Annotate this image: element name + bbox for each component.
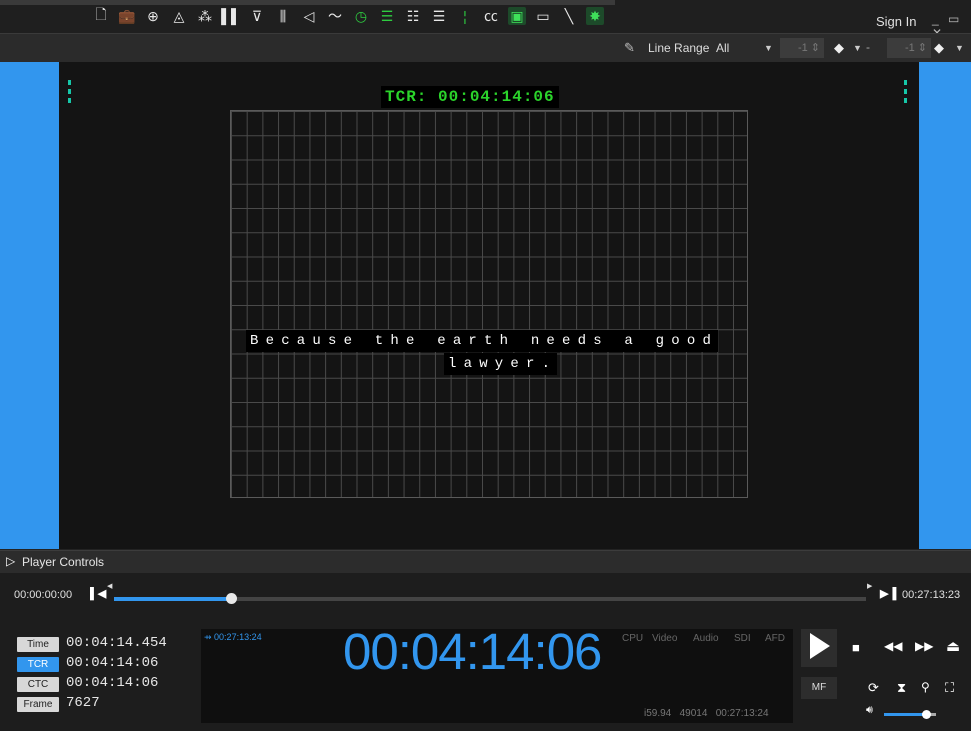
sign-in-link[interactable]: Sign In	[876, 14, 916, 29]
line-range-select[interactable]: All	[716, 41, 729, 55]
loop-icon[interactable]: ⟳	[868, 680, 879, 696]
settings-green-icon[interactable]: ✸	[586, 7, 604, 25]
caption-safe-grid	[230, 110, 748, 498]
info-icon[interactable]: ¦	[456, 7, 474, 25]
mf-button[interactable]: MF	[801, 677, 837, 699]
new-file-icon[interactable]: 🗋	[92, 6, 110, 25]
title-strip	[0, 0, 615, 5]
vector-icon[interactable]: ⊽	[248, 7, 266, 25]
line-start-value: -1	[797, 42, 808, 54]
timecode-frame-value: 7627	[66, 695, 100, 711]
caption-line-2: lawyer.	[444, 353, 558, 375]
line-range-label: Line Range	[648, 41, 710, 55]
right-pillarbox	[919, 62, 971, 549]
audio-out-icon[interactable]: ◁	[300, 7, 318, 25]
duration-value: 00:27:13:24	[214, 632, 262, 642]
play-icon[interactable]	[810, 633, 830, 659]
timecode-mode-frame-button[interactable]: Frame	[17, 697, 59, 712]
stop-icon[interactable]: ■	[852, 640, 860, 655]
format-icon[interactable]: ☰	[430, 7, 448, 25]
volume-track[interactable]	[884, 713, 926, 716]
comment-icon[interactable]: ▭	[534, 7, 552, 25]
timecode-tcr-value: 00:04:14:06	[66, 655, 159, 671]
subtitle-list-icon[interactable]: ☷	[404, 7, 422, 25]
volume-icon[interactable]: 🔊︎	[866, 704, 873, 717]
timecode-mode-time-button[interactable]: Time	[17, 637, 59, 652]
eject-icon[interactable]: ⏏	[946, 637, 960, 655]
skip-to-end-icon[interactable]: ▶▐	[880, 587, 896, 600]
status-video: Video	[652, 633, 678, 644]
main-timecode: 00:04:14:06	[343, 623, 602, 680]
tag-icon[interactable]: ◆	[834, 40, 844, 56]
status-sdi: SDI	[734, 633, 751, 644]
line-end-value: -1	[904, 42, 915, 54]
timecode-mode-tcr-button[interactable]: TCR	[17, 657, 59, 672]
chevron-down-icon[interactable]: ▼	[955, 43, 964, 53]
left-pillarbox	[0, 62, 59, 549]
chevron-down-icon[interactable]: ▼	[764, 43, 773, 53]
pen-tool-icon[interactable]: ╲	[560, 7, 578, 25]
player-controls-label: Player Controls	[22, 555, 105, 569]
list-icon[interactable]: ☰	[378, 7, 396, 25]
mixer-icon[interactable]: ⫼	[274, 7, 292, 25]
rewind-icon[interactable]: ◀◀	[884, 639, 902, 653]
line-start-stepper[interactable]: -1 ⇕	[780, 38, 824, 58]
line-end-stepper[interactable]: -1 ⇕	[887, 38, 931, 58]
duration-readout: ⇸ 00:27:13:24	[204, 632, 262, 642]
fast-forward-icon[interactable]: ▶▶	[915, 639, 933, 653]
timecode-mode-ctc-button[interactable]: CTC	[17, 677, 59, 692]
cc-icon[interactable]: ㏄	[482, 7, 500, 25]
volume-handle[interactable]	[921, 710, 931, 719]
waveform-splat-icon[interactable]: ⁂	[196, 7, 214, 25]
right-marker-icon	[904, 80, 907, 110]
zoom-icon[interactable]: ⚲	[921, 680, 930, 694]
navigate-icon[interactable]: ◬	[170, 7, 188, 25]
start-time: 00:00:00:00	[14, 589, 73, 601]
terminal-icon[interactable]: ▣	[508, 7, 526, 25]
tag-icon[interactable]: ◆	[934, 40, 944, 56]
status-cpu: CPU	[622, 633, 644, 644]
tcr-overlay: TCR: 00:04:14:06	[381, 86, 559, 108]
pulse-icon[interactable]: 〜	[326, 7, 344, 25]
briefcase-icon[interactable]: 💼	[118, 7, 136, 25]
fullscreen-icon[interactable]: ⛶	[945, 680, 954, 696]
range-dash: -	[866, 40, 870, 54]
player-controls-header[interactable]	[0, 550, 971, 573]
secondary-toolbar	[0, 33, 971, 63]
seek-progress	[114, 597, 232, 601]
bars-icon[interactable]: ▌▌	[221, 7, 241, 25]
caption-line-1: Because the earth needs a good	[246, 330, 719, 352]
clock-icon[interactable]: ◷	[352, 7, 370, 25]
timecode-time-value: 00:04:14.454	[66, 635, 167, 651]
add-circle-icon[interactable]: ⊕	[144, 7, 162, 25]
hourglass-icon[interactable]: ⧗	[897, 680, 906, 696]
timecode-ctc-value: 00:04:14:06	[66, 675, 159, 691]
status-audio: Audio	[693, 633, 719, 644]
skip-to-start-icon[interactable]: ▌◀	[90, 587, 106, 600]
status-afd: AFD	[765, 633, 785, 644]
collapse-triangle-icon[interactable]: ▷	[6, 554, 15, 568]
chevron-down-icon[interactable]: ▼	[853, 43, 862, 53]
out-marker-icon: ▶	[867, 583, 873, 590]
seek-area	[0, 573, 971, 619]
stream-info: i59.94 49014 00:27:13:24	[644, 708, 769, 719]
pen-icon[interactable]: ✎	[624, 40, 635, 56]
in-marker-icon: ◀	[107, 583, 113, 590]
left-marker-icon	[68, 80, 71, 110]
end-time: 00:27:13:23	[902, 589, 961, 601]
